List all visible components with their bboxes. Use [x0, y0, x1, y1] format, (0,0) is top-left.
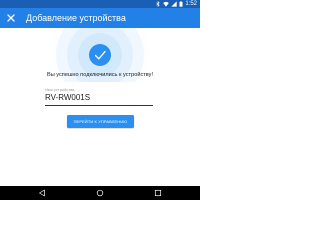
go-to-control-button[interactable]: ПЕРЕЙТИ К УПРАВЛЕНИЮ	[67, 115, 134, 128]
status-time: 1:52	[185, 1, 197, 7]
success-message: Вы успешно подключились к устройству!	[46, 72, 154, 78]
device-name-label: Имя устройства	[45, 87, 75, 92]
success-check-icon	[89, 44, 111, 66]
status-icons: 1:52	[155, 0, 197, 8]
page-title: Добавление устройства	[26, 13, 126, 23]
home-icon[interactable]	[96, 189, 104, 197]
navigation-bar	[0, 186, 200, 200]
recent-apps-icon[interactable]	[154, 189, 162, 197]
signal-icon	[171, 1, 178, 7]
back-icon[interactable]	[38, 189, 46, 197]
battery-icon	[179, 1, 183, 7]
close-button[interactable]	[5, 12, 17, 24]
device-name-underline	[45, 105, 153, 106]
wifi-icon	[163, 1, 170, 7]
app-bar: Добавление устройства	[0, 8, 200, 28]
status-bar: 1:52	[0, 0, 200, 8]
bluetooth-icon	[155, 1, 161, 7]
device-name-field[interactable]: RV-RW001S	[45, 93, 90, 102]
screen: 1:52 Добавление устройства Вы успешно по…	[0, 0, 200, 200]
close-icon	[7, 14, 15, 22]
